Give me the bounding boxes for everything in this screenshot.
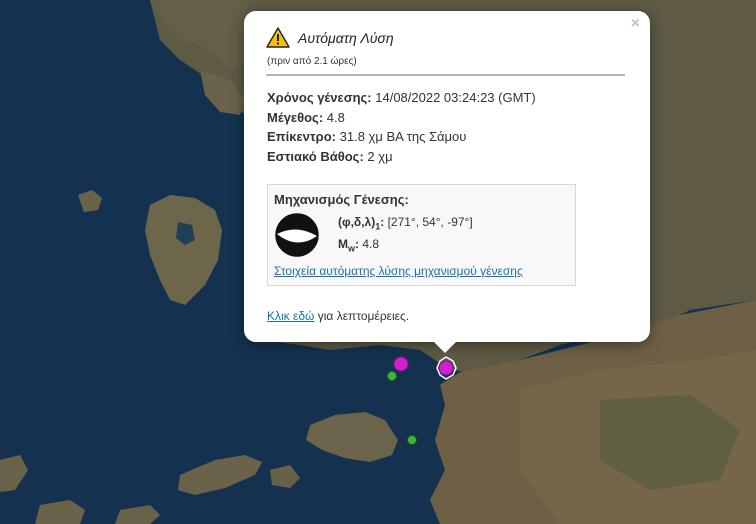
popup-title: Αυτόματη Λύση bbox=[298, 29, 394, 46]
mechanism-title: Μηχανισμός Γένεσης: bbox=[274, 192, 409, 207]
epicenter-row: Επίκεντρο: 31.8 χμ ΒΑ της Σάμου bbox=[267, 127, 536, 147]
depth-value: 2 χμ bbox=[367, 148, 393, 164]
epicenter-label: Επίκεντρο: bbox=[267, 129, 336, 144]
mechanism-params-label: (φ,δ,λ) bbox=[338, 215, 376, 229]
popup-tip bbox=[433, 341, 457, 353]
warning-icon bbox=[266, 27, 290, 48]
mechanism-params: (φ,δ,λ)1: [271°, 54°, -97°] bbox=[338, 215, 473, 232]
details-text: για λεπτομέρειες. bbox=[317, 309, 410, 323]
mw-label: M bbox=[338, 237, 348, 251]
mw-subscript: w bbox=[348, 243, 356, 254]
details-link[interactable]: Κλικ εδώ bbox=[267, 309, 314, 323]
depth-label: Εστιακό Βάθος: bbox=[267, 148, 364, 164]
event-marker-green-south[interactable] bbox=[407, 435, 417, 445]
popup-divider bbox=[266, 74, 625, 76]
depth-row: Εστιακό Βάθος: 2 χμ bbox=[267, 147, 536, 167]
event-marker-secondary[interactable] bbox=[393, 356, 409, 372]
popup-subtitle: (πριν από 2.1 ώρες) bbox=[267, 56, 357, 67]
mechanism-params-value: [271°, 54°, -97°] bbox=[387, 215, 473, 229]
event-marker-selected[interactable] bbox=[438, 360, 454, 376]
mechanism-details-link[interactable]: Στοιχεία αυτόματης λύσης μηχανισμού γένε… bbox=[274, 264, 523, 278]
origin-time-row: Χρόνος γένεσης: 14/08/2022 03:24:23 (GMT… bbox=[267, 88, 536, 108]
magnitude-value: 4.8 bbox=[326, 109, 345, 125]
focal-mechanism-box: Μηχανισμός Γένεσης: (φ,δ,λ)1: [271°, 54°… bbox=[267, 184, 576, 286]
origin-time-label: Χρόνος γένεσης: bbox=[267, 90, 372, 105]
details-row: Κλικ εδώ για λεπτομέρειες. bbox=[267, 309, 409, 323]
beachball-icon bbox=[275, 213, 319, 257]
magnitude-row: Μέγεθος: 4.8 bbox=[267, 108, 536, 128]
close-icon[interactable]: × bbox=[631, 15, 640, 33]
mw-value: 4.8 bbox=[362, 237, 380, 251]
mechanism-mw: Mw: 4.8 bbox=[338, 237, 380, 254]
popup-title-row: Αυτόματη Λύση bbox=[266, 27, 394, 48]
magnitude-label: Μέγεθος: bbox=[267, 109, 324, 125]
origin-time-value: 14/08/2022 03:24:23 (GMT) bbox=[375, 90, 536, 105]
event-info: Χρόνος γένεσης: 14/08/2022 03:24:23 (GMT… bbox=[267, 88, 536, 166]
earthquake-popup: × Αυτόματη Λύση (πριν από 2.1 ώρες) Χρόν… bbox=[244, 11, 650, 342]
event-marker-green[interactable] bbox=[387, 371, 397, 381]
epicenter-value: 31.8 χμ ΒΑ της Σάμου bbox=[339, 129, 467, 144]
